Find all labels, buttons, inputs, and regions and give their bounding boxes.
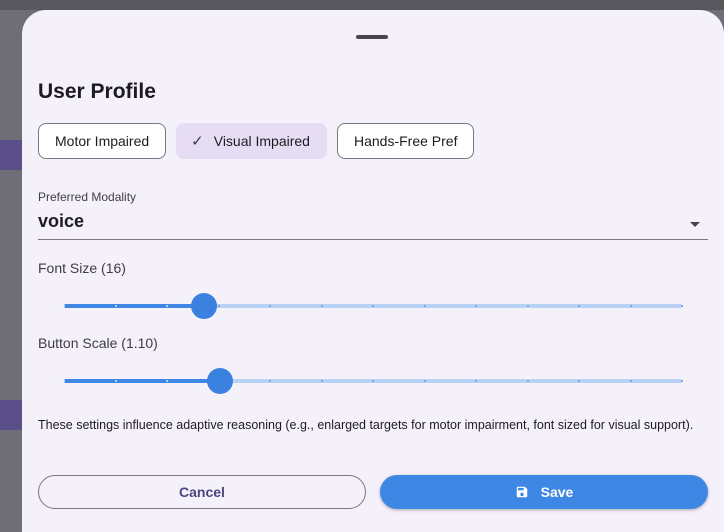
user-profile-bottom-sheet: User Profile Motor Impaired ✓ Visual Imp… [22, 10, 724, 532]
button-scale-slider[interactable] [63, 367, 683, 395]
sheet-title: User Profile [38, 80, 156, 103]
font-size-label: Font Size (16) [38, 260, 126, 276]
chip-motor-impaired[interactable]: Motor Impaired [38, 123, 167, 159]
slider-active-track [64, 379, 221, 383]
preferred-modality-value: voice [38, 211, 85, 231]
arrow-drop-down-icon[interactable] [690, 222, 700, 227]
slider-tick [629, 305, 632, 307]
slider-tick [681, 380, 683, 382]
slider-tick [475, 305, 477, 307]
slider-tick [372, 305, 374, 307]
slider-tick [475, 380, 477, 382]
slider-tick [681, 305, 683, 307]
preferred-modality-select[interactable]: voice [38, 208, 708, 240]
save-button[interactable]: Save [380, 475, 708, 509]
slider-tick [166, 305, 168, 307]
slider-thumb[interactable] [191, 293, 218, 319]
background-app-element [0, 400, 22, 430]
slider-tick [63, 305, 65, 307]
slider-tick [320, 305, 323, 307]
drag-handle[interactable] [356, 35, 388, 39]
chip-label: Visual Impaired [213, 133, 310, 149]
button-scale-label: Button Scale (1.10) [38, 335, 158, 351]
slider-tick [526, 305, 529, 307]
slider-tick [166, 380, 168, 382]
chip-visual-impaired[interactable]: ✓ Visual Impaired [176, 123, 327, 159]
slider-tick [63, 380, 65, 382]
save-icon [516, 486, 527, 498]
slider-active-track [64, 304, 205, 308]
slider-tick [578, 380, 580, 382]
slider-tick [217, 305, 220, 307]
slider-tick [372, 380, 374, 382]
slider-thumb[interactable] [207, 368, 234, 394]
slider-tick [114, 380, 117, 382]
slider-tick [526, 380, 529, 382]
save-button-label: Save [540, 484, 574, 500]
slider-tick [423, 380, 426, 382]
slider-tick [423, 305, 426, 307]
slider-tick [114, 305, 117, 307]
slider-tick [629, 380, 632, 382]
slider-tick [269, 305, 271, 307]
help-text: These settings influence adaptive reason… [38, 418, 694, 432]
chip-label: Hands-Free Pref [353, 133, 458, 149]
chip-hands-free-pref[interactable]: Hands-Free Pref [336, 123, 475, 159]
check-icon: ✓ [191, 133, 204, 150]
cancel-button[interactable]: Cancel [38, 475, 366, 509]
background-app-bar [0, 0, 724, 10]
slider-tick [320, 380, 323, 382]
background-app-element [0, 140, 22, 170]
slider-tick [269, 380, 271, 382]
font-size-slider[interactable] [63, 292, 683, 320]
profile-filter-chips: Motor Impaired ✓ Visual Impaired Hands-F… [38, 123, 475, 159]
preferred-modality-label: Preferred Modality [38, 190, 137, 204]
slider-tick [578, 305, 580, 307]
cancel-button-label: Cancel [179, 484, 225, 500]
chip-label: Motor Impaired [55, 133, 150, 149]
